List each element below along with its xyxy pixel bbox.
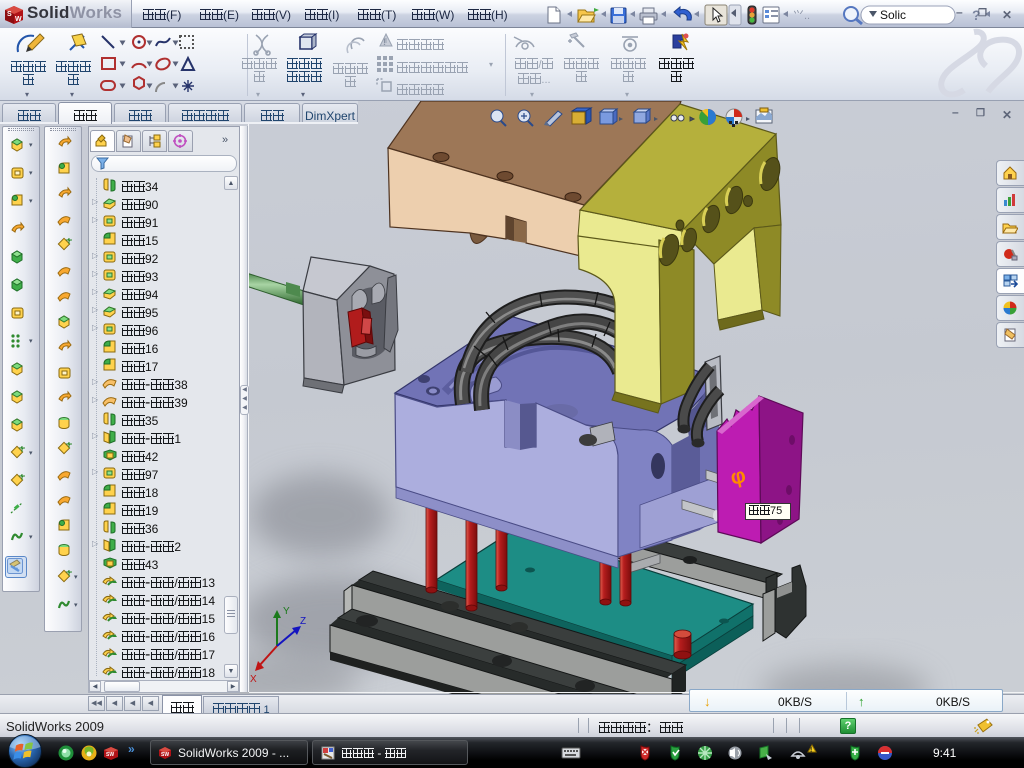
svg-text:W: W — [15, 16, 22, 23]
svg-text:!: ! — [810, 747, 812, 754]
svg-text:SW: SW — [161, 752, 169, 758]
svg-text:Solic: Solic — [880, 8, 906, 22]
svg-text:X: X — [250, 674, 257, 685]
svg-text:S: S — [7, 11, 12, 18]
svg-text:9:41: 9:41 — [933, 746, 957, 760]
svg-text:!: ! — [383, 37, 386, 47]
svg-text:Z: Z — [300, 616, 306, 627]
svg-text:»: » — [128, 742, 135, 756]
svg-text:⺍..: ⺍.. — [793, 9, 810, 22]
svg-text:SW: SW — [106, 752, 114, 758]
svg-text:Y: Y — [283, 606, 290, 617]
